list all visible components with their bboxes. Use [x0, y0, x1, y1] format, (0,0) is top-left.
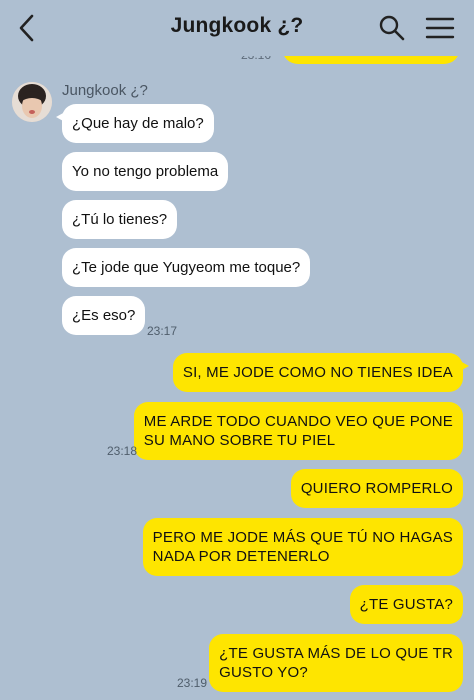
- avatar[interactable]: [12, 82, 52, 122]
- sender-name: Jungkook ¿?: [62, 82, 148, 99]
- message-line: GUSTO YO?: [219, 664, 308, 681]
- incoming-message-bubble[interactable]: ¿Te jode que Yugyeom me toque?: [62, 248, 311, 287]
- outgoing-message-bubble[interactable]: ¿TE GUSTA MÁS DE LO QUE TR GUSTO YO?: [209, 634, 463, 692]
- message-timestamp: 23:19: [177, 676, 208, 690]
- message-line: ¿TE GUSTA?: [359, 596, 453, 613]
- outgoing-message-bubble[interactable]: ¿TE GUSTA?: [349, 585, 463, 624]
- message-line: ME ARDE TODO CUANDO VEO QUE PONE: [143, 413, 453, 430]
- message-line: SI, ME JODE COMO NO TIENES IDEA: [182, 364, 453, 381]
- message-line: QUIERO ROMPERLO: [300, 480, 453, 497]
- message-line: PERO ME JODE MÁS QUE TÚ NO HAGAS: [152, 529, 453, 546]
- message-timestamp: 23:17: [147, 324, 178, 338]
- incoming-message-bubble[interactable]: ¿Tú lo tienes?: [62, 200, 178, 239]
- search-icon: [379, 15, 405, 41]
- chat-header: Jungkook ¿?: [0, 0, 474, 56]
- profile-photo-icon: [12, 82, 52, 122]
- message-line: SU MANO SOBRE TU PIEL: [143, 432, 336, 449]
- incoming-message-bubble[interactable]: Yo no tengo problema: [62, 152, 229, 191]
- outgoing-message-bubble[interactable]: SI, ME JODE COMO NO TIENES IDEA: [172, 353, 470, 392]
- menu-button[interactable]: [424, 12, 456, 44]
- message-line: NADA POR DETENERLO: [152, 548, 330, 565]
- outgoing-message-bubble[interactable]: PERO ME JODE MÁS QUE TÚ NO HAGAS NADA PO…: [142, 518, 463, 576]
- message-line: ¿TE GUSTA MÁS DE LO QUE TR: [219, 645, 453, 662]
- incoming-message-bubble[interactable]: ¿Que hay de malo?: [56, 104, 214, 143]
- search-button[interactable]: [376, 12, 408, 44]
- outgoing-message-bubble[interactable]: QUIERO ROMPERLO: [290, 469, 463, 508]
- incoming-message-bubble[interactable]: ¿Es eso?: [62, 296, 146, 335]
- outgoing-message-bubble[interactable]: ME ARDE TODO CUANDO VEO QUE PONE SU MANO…: [133, 402, 463, 460]
- hamburger-menu-icon: [425, 17, 455, 39]
- message-timestamp: 23:18: [107, 444, 138, 458]
